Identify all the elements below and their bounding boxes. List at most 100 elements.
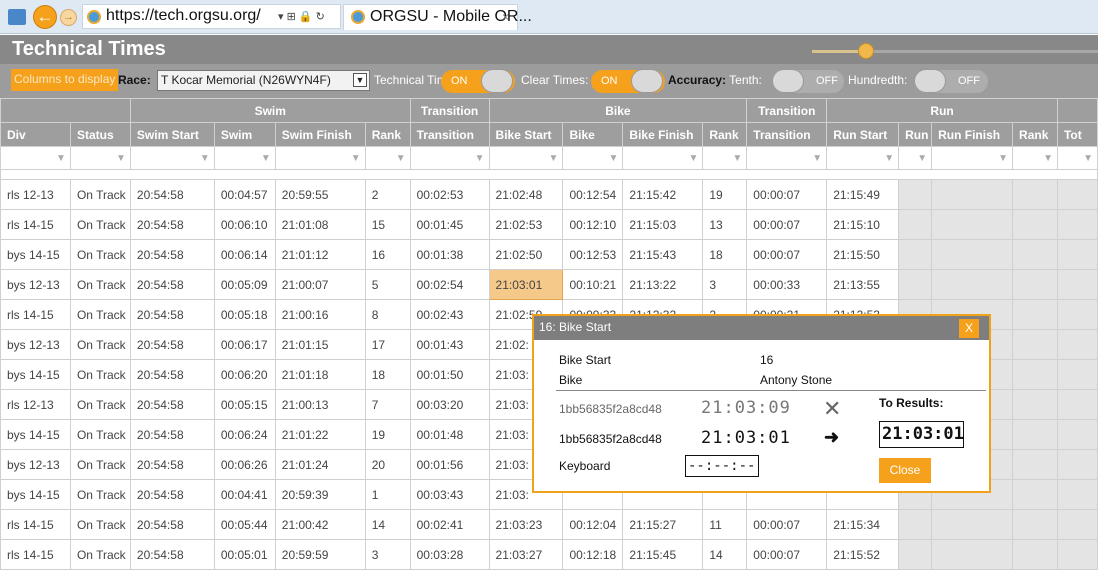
tenth-toggle[interactable]: OFF	[772, 69, 844, 93]
cell-swim-start[interactable]: 20:54:58	[129, 449, 215, 480]
cell-div[interactable]: rls 14-15	[0, 509, 71, 540]
cell-swim-rank[interactable]: 19	[364, 419, 411, 450]
filter-icon[interactable]: ▼	[409, 146, 490, 170]
cell-total[interactable]	[1056, 299, 1098, 330]
cell-run-finish[interactable]	[931, 209, 1014, 240]
cell-run-rank[interactable]	[1012, 239, 1058, 270]
cell-transition-1[interactable]: 00:01:45	[409, 209, 490, 240]
cell-swim[interactable]: 00:05:01	[213, 539, 276, 570]
cell-run-start[interactable]: 21:15:10	[826, 209, 900, 240]
filter-icon[interactable]: ▼	[364, 146, 411, 170]
cell-div[interactable]: bys 12-13	[0, 329, 71, 360]
filter-icon[interactable]: ▼	[0, 146, 71, 170]
cell-bike-start[interactable]: 21:02:53	[488, 209, 564, 240]
cell-status[interactable]: On Track	[69, 509, 131, 540]
cell-transition-1[interactable]: 00:03:28	[409, 539, 490, 570]
cell-swim-start[interactable]: 20:54:58	[129, 479, 215, 510]
cell-run-finish[interactable]	[931, 509, 1014, 540]
cell-bike-rank[interactable]: 14	[702, 539, 748, 570]
cell-run[interactable]	[898, 239, 933, 270]
cell-swim-finish[interactable]: 21:01:12	[274, 239, 366, 270]
cell-swim-rank[interactable]: 20	[364, 449, 411, 480]
col-header-run-rank[interactable]: Rank	[1012, 122, 1058, 147]
cell-bike-rank[interactable]: 11	[702, 509, 748, 540]
cell-run-rank[interactable]	[1012, 179, 1058, 210]
filter-icon[interactable]: ▼	[702, 146, 748, 170]
filter-icon[interactable]: ▼	[488, 146, 564, 170]
cell-total[interactable]	[1056, 269, 1098, 300]
cell-bike[interactable]: 00:12:53	[562, 239, 624, 270]
table-row[interactable]: bys 12-13 On Track 20:54:58 00:05:09 21:00:0…	[0, 269, 1098, 300]
zoom-slider-track[interactable]	[812, 50, 1098, 53]
cell-run-finish[interactable]	[931, 179, 1014, 210]
cell-bike-finish[interactable]: 21:15:42	[622, 179, 704, 210]
cell-bike-finish[interactable]: 21:15:43	[622, 239, 704, 270]
cell-run-rank[interactable]	[1012, 359, 1058, 390]
cell-run-finish[interactable]	[931, 269, 1014, 300]
col-header-run-start[interactable]: Run Start	[826, 122, 900, 147]
cell-status[interactable]: On Track	[69, 449, 131, 480]
cell-bike-finish[interactable]: 21:15:27	[622, 509, 704, 540]
cell-swim-start[interactable]: 20:54:58	[129, 179, 215, 210]
cell-status[interactable]: On Track	[69, 359, 131, 390]
cell-swim-rank[interactable]: 8	[364, 299, 411, 330]
filter-icon[interactable]: ▼	[69, 146, 131, 170]
technical-times-toggle[interactable]: ON	[441, 69, 515, 93]
cell-swim-rank[interactable]: 18	[364, 359, 411, 390]
cell-run-start[interactable]: 21:15:52	[826, 539, 900, 570]
hundredth-toggle[interactable]: OFF	[914, 69, 988, 93]
cell-transition-1[interactable]: 00:01:43	[409, 329, 490, 360]
cell-bike-rank[interactable]: 3	[702, 269, 748, 300]
col-header-transition-2[interactable]: Transition	[746, 122, 828, 147]
cell-transition-1[interactable]: 00:03:20	[409, 389, 490, 420]
cell-bike-start[interactable]: 21:03:23	[488, 509, 564, 540]
cell-bike[interactable]: 00:10:21	[562, 269, 624, 300]
cell-swim[interactable]: 00:05:15	[213, 389, 276, 420]
cell-transition-1[interactable]: 00:01:38	[409, 239, 490, 270]
browser-tab[interactable]: ORGSU - Mobile OR... ×	[343, 4, 532, 30]
cell-transition-2[interactable]: 00:00:07	[746, 509, 828, 540]
cell-bike-start[interactable]: 21:02:50	[488, 239, 564, 270]
cell-status[interactable]: On Track	[69, 299, 131, 330]
cell-bike-start[interactable]: 21:02:48	[488, 179, 564, 210]
col-header-swim-finish[interactable]: Swim Finish	[274, 122, 366, 147]
filter-icon[interactable]: ▼	[826, 146, 900, 170]
cell-swim-rank[interactable]: 1	[364, 479, 411, 510]
cell-bike-rank[interactable]: 19	[702, 179, 748, 210]
cell-swim[interactable]: 00:06:24	[213, 419, 276, 450]
cell-swim-finish[interactable]: 20:59:55	[274, 179, 366, 210]
cell-div[interactable]: rls 12-13	[0, 389, 71, 420]
result-time-field[interactable]: 21:03:01	[879, 421, 964, 448]
col-header-swim-start[interactable]: Swim Start	[129, 122, 215, 147]
tab-close-icon[interactable]: ×	[502, 10, 509, 24]
cell-swim-finish[interactable]: 20:59:39	[274, 479, 366, 510]
cell-transition-1[interactable]: 00:02:43	[409, 299, 490, 330]
cell-swim[interactable]: 00:05:09	[213, 269, 276, 300]
cell-status[interactable]: On Track	[69, 389, 131, 420]
cell-swim-finish[interactable]: 20:59:59	[274, 539, 366, 570]
cell-swim-start[interactable]: 20:54:58	[129, 389, 215, 420]
cell-swim[interactable]: 00:04:57	[213, 179, 276, 210]
cell-div[interactable]: bys 12-13	[0, 269, 71, 300]
cell-total[interactable]	[1056, 479, 1098, 510]
cell-bike-finish[interactable]: 21:13:22	[622, 269, 704, 300]
forward-icon[interactable]: →	[60, 9, 77, 26]
cell-swim-finish[interactable]: 21:00:16	[274, 299, 366, 330]
keyboard-time-input[interactable]: --:--:--	[685, 455, 759, 477]
col-header-transition-1[interactable]: Transition	[409, 122, 490, 147]
col-header-bike[interactable]: Bike	[562, 122, 624, 147]
race-select[interactable]: T Kocar Memorial (N26WYN4F) ▼	[157, 70, 370, 91]
cell-swim[interactable]: 00:06:20	[213, 359, 276, 390]
cell-run-rank[interactable]	[1012, 299, 1058, 330]
filter-icon[interactable]: ▼	[746, 146, 828, 170]
filter-icon[interactable]: ▼	[622, 146, 704, 170]
cell-swim-start[interactable]: 20:54:58	[129, 329, 215, 360]
cell-total[interactable]	[1056, 179, 1098, 210]
cell-run[interactable]	[898, 269, 933, 300]
cell-transition-2[interactable]: 00:00:07	[746, 179, 828, 210]
cell-run-rank[interactable]	[1012, 209, 1058, 240]
cell-status[interactable]: On Track	[69, 329, 131, 360]
cell-total[interactable]	[1056, 389, 1098, 420]
cell-run-rank[interactable]	[1012, 329, 1058, 360]
cell-div[interactable]: rls 14-15	[0, 539, 71, 570]
